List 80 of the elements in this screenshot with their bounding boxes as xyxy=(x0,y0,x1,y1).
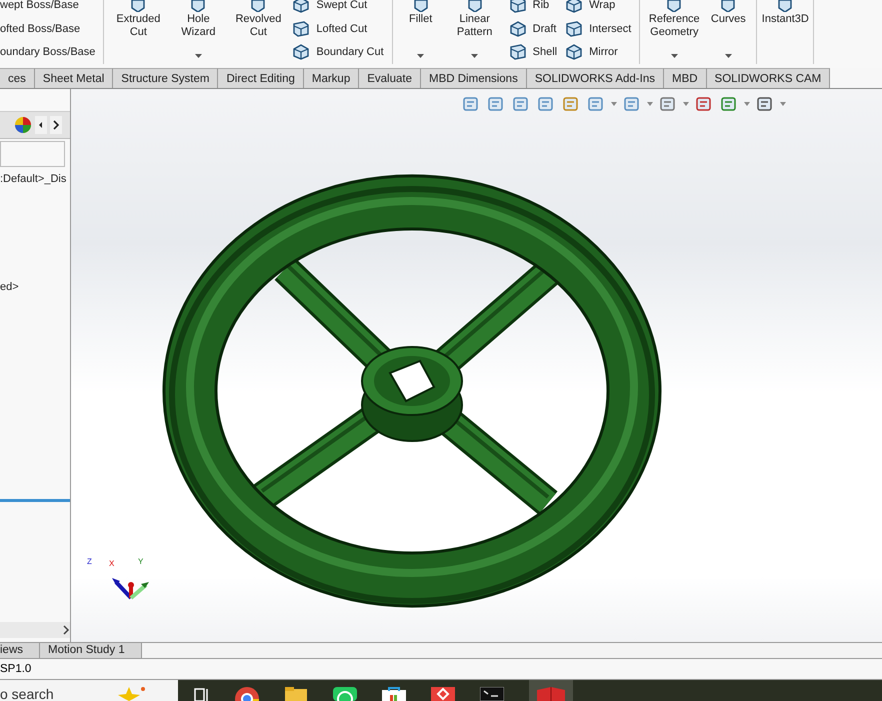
terminal-icon[interactable] xyxy=(480,687,504,701)
command-button[interactable]: Mirror xyxy=(589,46,618,58)
command-button[interactable]: oundary Boss/Base xyxy=(0,46,96,58)
feature-icon xyxy=(719,0,738,12)
command-button[interactable]: wept Boss/Base xyxy=(0,0,79,11)
command-button[interactable]: Swept Cut xyxy=(316,0,368,11)
command-tab[interactable]: Direct Editing xyxy=(218,68,304,88)
command-button[interactable]: Instant3D xyxy=(762,13,809,26)
command-button[interactable]: Boundary Cut xyxy=(316,46,384,58)
command-button[interactable]: Draft xyxy=(532,22,556,34)
command-button[interactable]: ofted Boss/Base xyxy=(0,22,80,34)
search-field[interactable]: o search xyxy=(0,680,178,701)
caret-icon[interactable] xyxy=(780,102,786,106)
scroll-left-icon[interactable] xyxy=(35,116,47,134)
feature-icon xyxy=(508,44,527,60)
caret-icon[interactable] xyxy=(683,102,689,106)
tree-item[interactable]: ed> xyxy=(0,281,19,293)
browser-icon[interactable] xyxy=(235,687,259,701)
caret-icon[interactable] xyxy=(670,54,678,58)
feature-icon xyxy=(129,0,148,12)
task-view-icon[interactable] xyxy=(194,687,210,701)
command-tab[interactable]: ces xyxy=(0,68,35,88)
feature-icon xyxy=(565,44,584,60)
feature-icon xyxy=(665,0,684,12)
command-button[interactable]: Rib xyxy=(532,0,550,11)
caret-icon[interactable] xyxy=(744,102,750,106)
store-icon[interactable] xyxy=(382,687,406,701)
scroll-right-icon[interactable] xyxy=(50,116,62,134)
command-button[interactable]: Extruded Cut xyxy=(116,13,160,39)
command-tab[interactable]: SOLIDWORKS CAM xyxy=(706,68,830,88)
axis-label: X xyxy=(109,559,114,568)
command-button[interactable]: Fillet xyxy=(409,13,432,26)
tree-item[interactable]: :Default>_Dis xyxy=(0,173,66,185)
command-button[interactable]: Curves xyxy=(710,13,746,26)
caret-icon[interactable] xyxy=(611,102,617,106)
axis-label: Z xyxy=(87,557,92,566)
axis-triad-drawing xyxy=(111,577,151,601)
filter-field[interactable] xyxy=(0,141,65,167)
command-button[interactable]: Reference Geometry xyxy=(648,13,700,39)
chat-icon[interactable] xyxy=(333,687,357,701)
command-tab[interactable]: Structure System xyxy=(113,68,218,88)
feature-icon xyxy=(292,0,310,13)
command-tab[interactable]: Markup xyxy=(304,68,360,88)
command-button[interactable]: Shell xyxy=(532,46,558,58)
axis-label: Y xyxy=(138,557,144,566)
command-tab[interactable]: MBD xyxy=(664,68,707,88)
feature-icon xyxy=(466,0,484,12)
command-tab[interactable]: Evaluate xyxy=(359,68,421,88)
caret-icon[interactable] xyxy=(194,54,202,58)
feature-icon xyxy=(508,0,527,13)
command-button[interactable]: Linear Pattern xyxy=(456,13,492,39)
feature-icon xyxy=(412,0,430,12)
status-text: SP1.0 xyxy=(0,663,32,675)
command-button[interactable]: Hole Wizard xyxy=(181,13,216,39)
command-tab[interactable]: Sheet Metal xyxy=(34,68,114,88)
scroll-right-icon[interactable] xyxy=(62,625,70,635)
caret-icon[interactable] xyxy=(471,54,478,58)
model-tab[interactable]: Motion Study 1 xyxy=(40,643,142,658)
folder-icon[interactable] xyxy=(284,687,308,701)
feature-icon xyxy=(292,20,310,36)
feature-icon xyxy=(565,20,584,36)
command-tab[interactable]: MBD Dimensions xyxy=(421,68,527,88)
model-tab[interactable]: iews xyxy=(0,643,40,658)
caret-icon[interactable] xyxy=(724,54,732,58)
command-button[interactable]: Wrap xyxy=(589,0,616,11)
app-icon[interactable] xyxy=(431,687,455,701)
feature-icon xyxy=(249,0,268,12)
feature-icon xyxy=(565,0,584,13)
command-button[interactable]: Revolved Cut xyxy=(235,13,282,39)
feature-icon xyxy=(776,0,794,12)
command-button[interactable]: Lofted Cut xyxy=(316,22,368,34)
appearance-icon[interactable] xyxy=(14,116,32,134)
caret-icon[interactable] xyxy=(647,102,653,106)
feature-icon xyxy=(189,0,208,12)
feature-icon xyxy=(292,44,310,60)
feature-icon xyxy=(508,20,527,36)
scrollbar[interactable] xyxy=(0,622,70,638)
command-button[interactable]: Intersect xyxy=(589,22,632,34)
caret-icon[interactable] xyxy=(417,54,424,58)
command-tab[interactable]: SOLIDWORKS Add-Ins xyxy=(526,68,664,88)
